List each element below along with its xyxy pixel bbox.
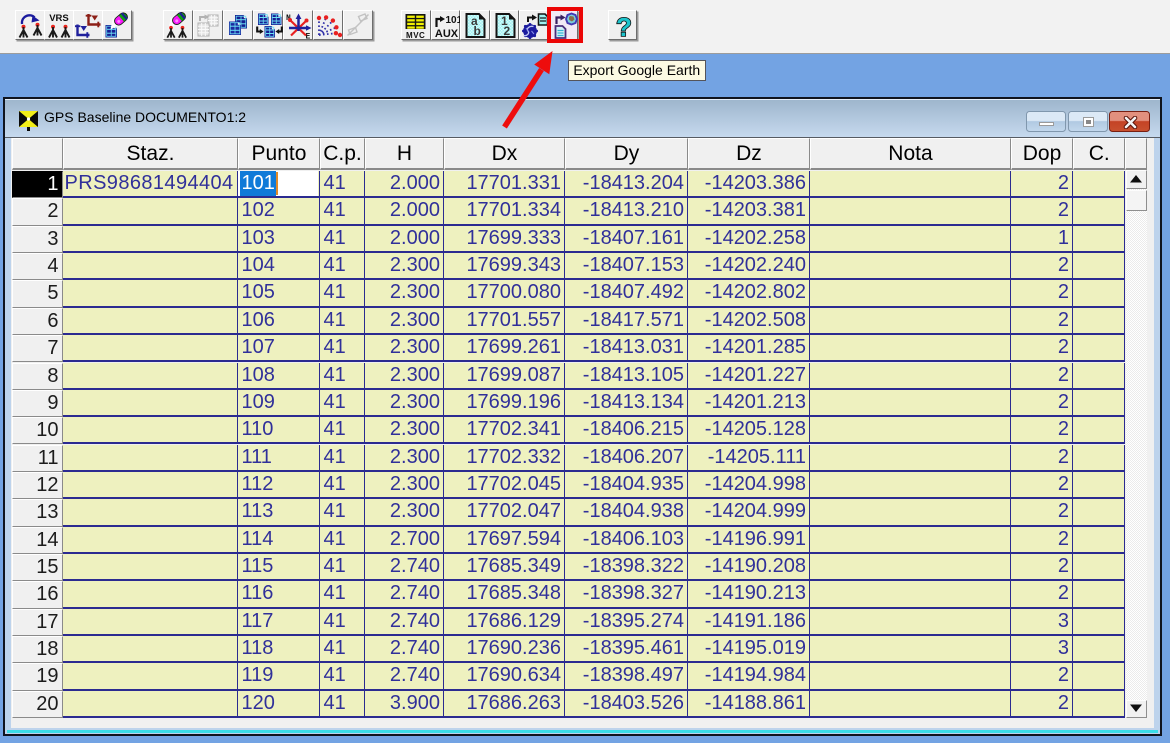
svg-text:101: 101 [445,15,460,26]
svg-text:E: E [306,33,311,41]
svg-text:MVC: MVC [406,31,425,39]
svg-text:?: ? [616,12,632,42]
svg-text:AUX: AUX [434,28,458,39]
svg-text:VRS: VRS [49,13,69,24]
svg-text:2: 2 [503,24,510,38]
svg-text:b: b [474,24,481,38]
